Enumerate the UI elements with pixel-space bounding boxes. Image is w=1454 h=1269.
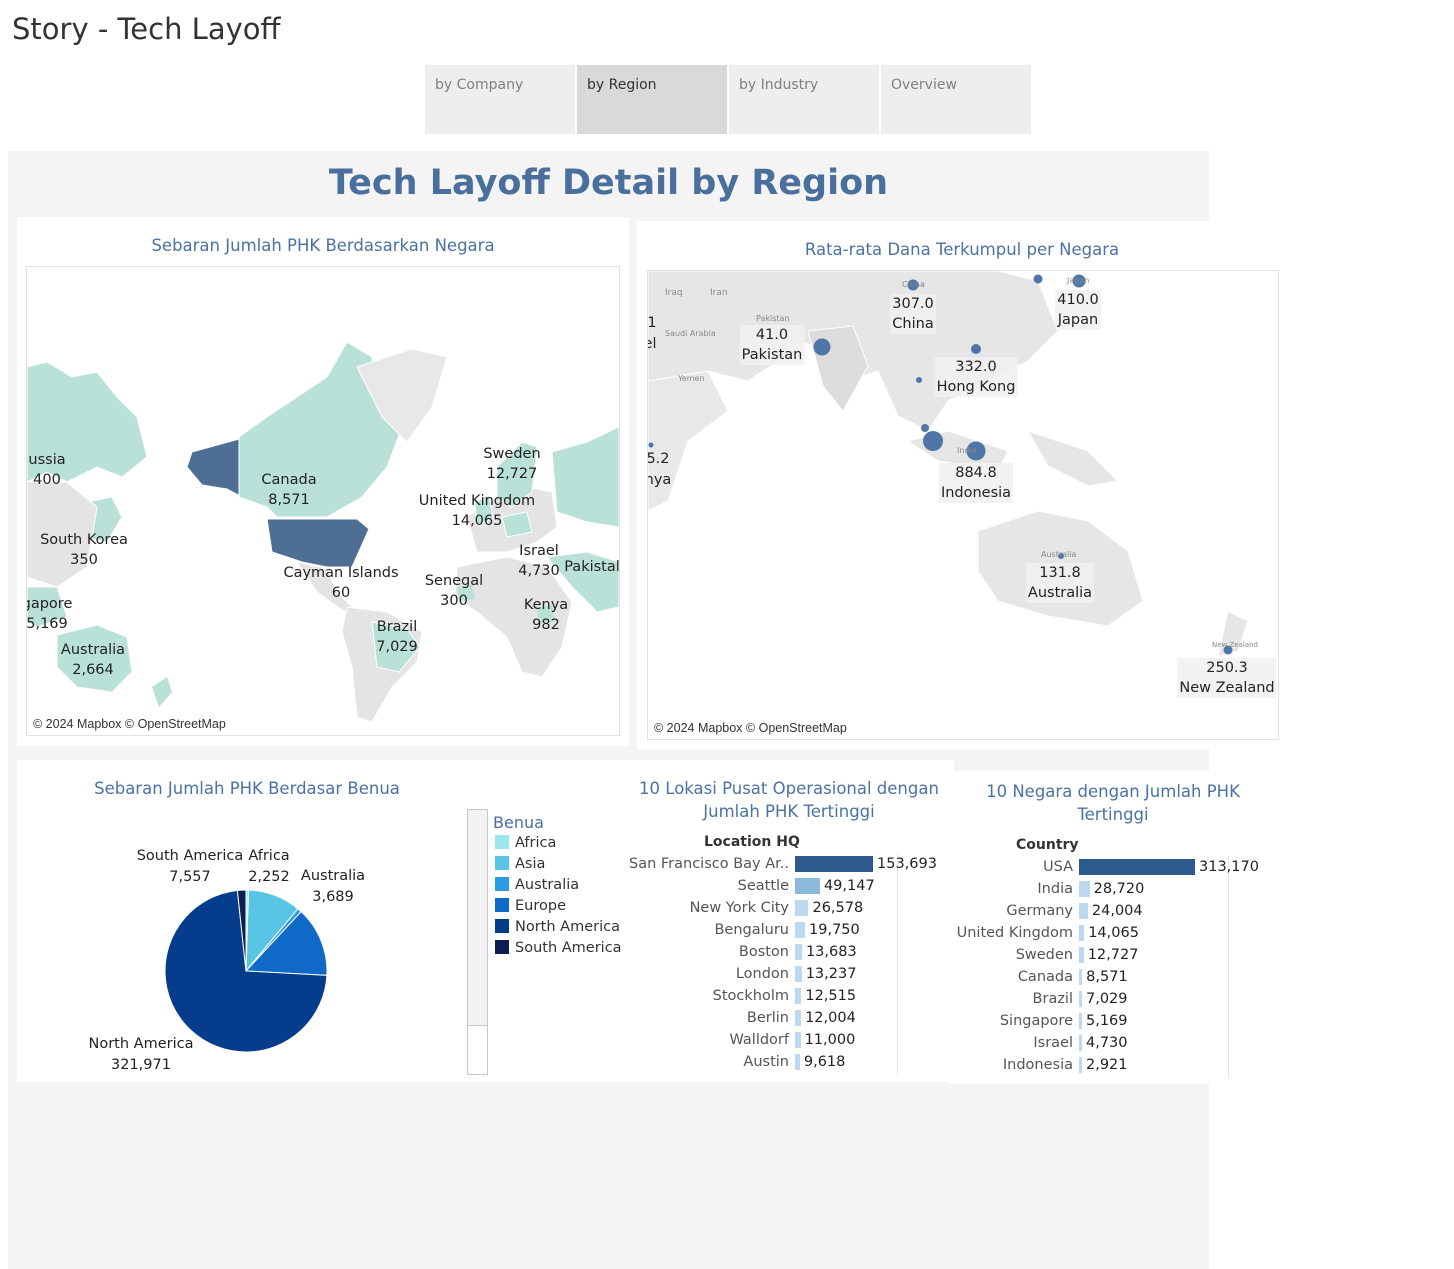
country-label: USA [1042, 859, 1073, 875]
legend-title: Benua [493, 813, 544, 832]
country-bar[interactable] [1079, 969, 1083, 985]
hq-column-header: Location HQ [704, 834, 800, 850]
country-value: 5,169 [1086, 1013, 1128, 1029]
country-bars-title: 10 Negara dengan Jumlah PHK Tertinggi [986, 782, 1240, 824]
country-row[interactable]: Israel 4,730 [0, 1032, 1454, 1054]
country-row[interactable]: Canada 8,571 [0, 966, 1454, 988]
country-row[interactable]: India 28,720 [0, 878, 1454, 900]
country-bar[interactable] [1079, 881, 1090, 897]
country-bar[interactable] [1079, 1057, 1082, 1073]
country-bar[interactable] [1079, 947, 1084, 963]
country-row[interactable]: Indonesia 2,921 [0, 1054, 1454, 1076]
country-value: 8,571 [1086, 969, 1128, 985]
country-label: Sweden [1015, 947, 1073, 963]
country-label: Canada [1017, 969, 1073, 985]
country-row[interactable]: Sweden 12,727 [0, 944, 1454, 966]
country-row[interactable]: Germany 24,004 [0, 900, 1454, 922]
country-label: Indonesia [1002, 1057, 1073, 1073]
country-row[interactable]: Brazil 7,029 [0, 988, 1454, 1010]
country-row[interactable]: USA 313,170 [0, 856, 1454, 878]
country-value: 4,730 [1086, 1035, 1128, 1051]
country-row[interactable]: United Kingdom 14,065 [0, 922, 1454, 944]
country-bar[interactable] [1079, 925, 1085, 941]
country-value: 12,727 [1087, 947, 1139, 963]
country-bar[interactable] [1079, 903, 1088, 919]
legend-item-africa[interactable]: Africa [495, 833, 556, 854]
country-label: Brazil [1032, 991, 1073, 1007]
country-label: Singapore [999, 1013, 1073, 1029]
country-bar[interactable] [1079, 1013, 1082, 1029]
country-value: 2,921 [1086, 1057, 1128, 1073]
country-value: 7,029 [1086, 991, 1128, 1007]
country-row[interactable]: Singapore 5,169 [0, 1010, 1454, 1032]
country-value: 14,065 [1088, 925, 1139, 941]
country-bar[interactable] [1079, 859, 1195, 875]
country-bar[interactable] [1079, 991, 1082, 1007]
country-value: 28,720 [1093, 881, 1145, 897]
country-value: 24,004 [1091, 903, 1143, 919]
country-label: India [1037, 881, 1073, 897]
country-column-header: Country [1016, 837, 1079, 853]
country-bar[interactable] [1079, 1035, 1082, 1051]
hq-bars-title: 10 Lokasi Pusat Operasional dengan Jumlah… [639, 779, 939, 821]
country-label: Israel [1033, 1035, 1073, 1051]
legend-swatch [495, 835, 509, 849]
country-label: Germany [1006, 903, 1073, 919]
country-label: United Kingdom [956, 925, 1073, 941]
country-value: 313,170 [1199, 859, 1259, 875]
